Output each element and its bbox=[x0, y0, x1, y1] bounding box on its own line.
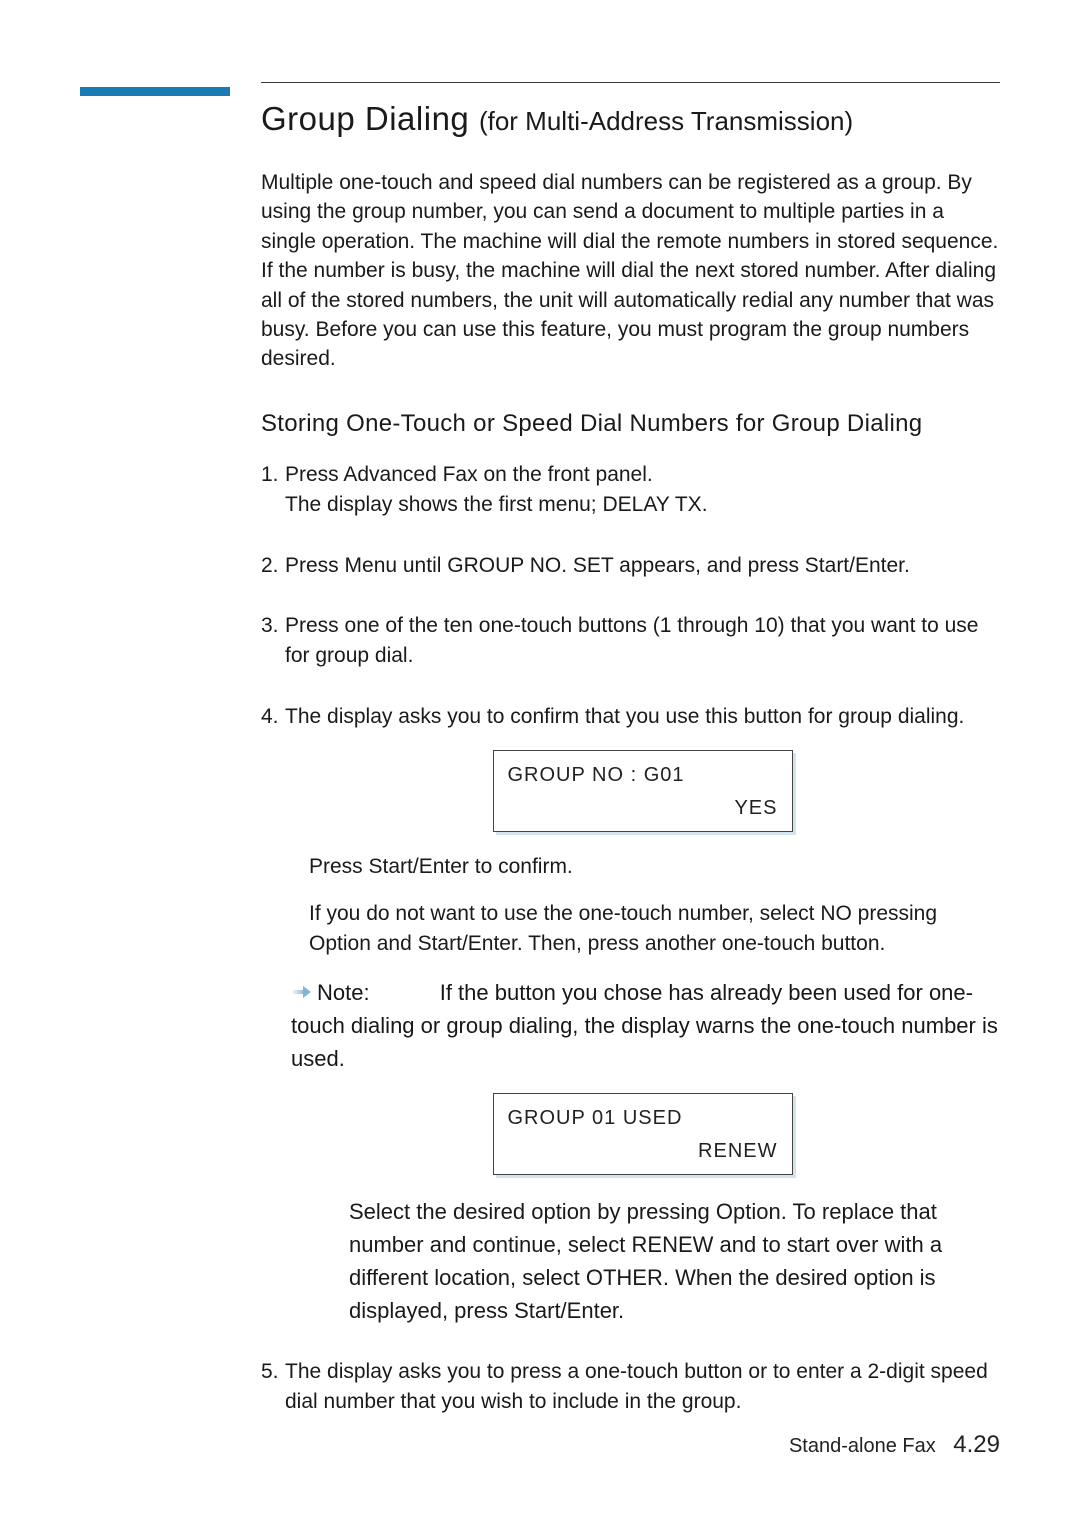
text: appears, and press bbox=[613, 554, 804, 577]
lcd-line-2: YES bbox=[508, 794, 778, 823]
page-title: Group Dialing (for Multi-Address Transmi… bbox=[261, 100, 1000, 138]
key-start-enter: Start/Enter bbox=[805, 554, 904, 577]
text: Press one of the ten one-touch buttons (… bbox=[285, 614, 978, 667]
step-number: 4. bbox=[261, 702, 279, 732]
lcd-display-2: GROUP 01 USED RENEW bbox=[493, 1093, 793, 1175]
step-3: 3. Press one of the ten one-touch button… bbox=[261, 611, 1000, 672]
text: to confirm. bbox=[469, 855, 573, 878]
text: Press bbox=[285, 554, 345, 577]
text: The display asks you to press a one-touc… bbox=[285, 1360, 988, 1413]
text: pressing bbox=[852, 902, 937, 925]
text: until bbox=[397, 554, 447, 577]
note-label: Note: bbox=[317, 980, 370, 1005]
footer: Stand-alone Fax 4.29 bbox=[789, 1431, 1000, 1459]
step-number: 2. bbox=[261, 551, 279, 581]
key-menu: Menu bbox=[345, 554, 398, 577]
footer-page: 4.29 bbox=[953, 1431, 1000, 1458]
step-number: 5. bbox=[261, 1357, 279, 1387]
key-advanced-fax: Advanced Fax bbox=[343, 463, 477, 486]
step-number: 1. bbox=[261, 460, 279, 490]
option-other: OTHER bbox=[586, 1265, 663, 1290]
step-4: 4. The display asks you to confirm that … bbox=[261, 702, 1000, 1327]
text: and bbox=[371, 932, 418, 955]
text: The display asks you to confirm that you… bbox=[285, 705, 964, 728]
page: Group Dialing (for Multi-Address Transmi… bbox=[0, 0, 1080, 1523]
divider-thin bbox=[261, 82, 1000, 83]
content-area: Group Dialing (for Multi-Address Transmi… bbox=[261, 100, 1000, 1448]
text: Select the desired option by pressing bbox=[349, 1199, 716, 1224]
steps-list: 1. Press Advanced Fax on the front panel… bbox=[261, 460, 1000, 1418]
option-renew: RENEW bbox=[632, 1232, 714, 1257]
text: . bbox=[904, 554, 910, 577]
text: The display shows the first menu; DELAY … bbox=[285, 490, 1000, 520]
step-number: 3. bbox=[261, 611, 279, 641]
key-start-enter: Start/Enter bbox=[514, 1298, 618, 1323]
lcd-display-1: GROUP NO : G01 YES bbox=[493, 750, 793, 832]
footer-label: Stand-alone Fax bbox=[789, 1435, 936, 1457]
key-start-enter: Start/Enter bbox=[418, 932, 517, 955]
option-no: NO bbox=[820, 902, 852, 925]
step-5: 5. The display asks you to press a one-t… bbox=[261, 1357, 1000, 1418]
text: Press bbox=[285, 463, 343, 486]
lcd-line-2: RENEW bbox=[508, 1137, 778, 1166]
title-sub: (for Multi-Address Transmission) bbox=[479, 106, 853, 136]
note-text: If the button you chose has already been… bbox=[291, 980, 998, 1071]
confirm-line: Press Start/Enter to confirm. bbox=[309, 852, 1000, 882]
title-main: Group Dialing bbox=[261, 100, 479, 137]
step-1: 1. Press Advanced Fax on the front panel… bbox=[261, 460, 1000, 521]
section-heading: Storing One-Touch or Speed Dial Numbers … bbox=[261, 410, 1000, 438]
alt-line: If you do not want to use the one-touch … bbox=[309, 899, 1000, 960]
text: Press bbox=[309, 855, 369, 878]
step-2: 2. Press Menu until GROUP NO. SET appear… bbox=[261, 551, 1000, 581]
text: If you do not want to use the one-touch … bbox=[309, 902, 820, 925]
display-text: GROUP NO. SET bbox=[447, 554, 613, 577]
lcd-line-1: GROUP 01 USED bbox=[508, 1104, 778, 1133]
key-option: Option bbox=[309, 932, 371, 955]
text: . Then, press another one-touch button. bbox=[517, 932, 886, 955]
note-followup: Select the desired option by pressing Op… bbox=[285, 1195, 1000, 1327]
intro-paragraph: Multiple one-touch and speed dial number… bbox=[261, 168, 1000, 374]
note-arrow-icon bbox=[291, 987, 313, 999]
step-4-sub: Press Start/Enter to confirm. If you do … bbox=[285, 852, 1000, 959]
key-option: Option bbox=[716, 1199, 781, 1224]
lcd-line-1: GROUP NO : G01 bbox=[508, 761, 778, 790]
text: on the front panel. bbox=[478, 463, 653, 486]
text: . bbox=[618, 1298, 624, 1323]
note-block: Note: If the button you chose has alread… bbox=[285, 976, 1000, 1075]
key-start-enter: Start/Enter bbox=[369, 855, 469, 878]
divider-blue bbox=[80, 87, 230, 96]
